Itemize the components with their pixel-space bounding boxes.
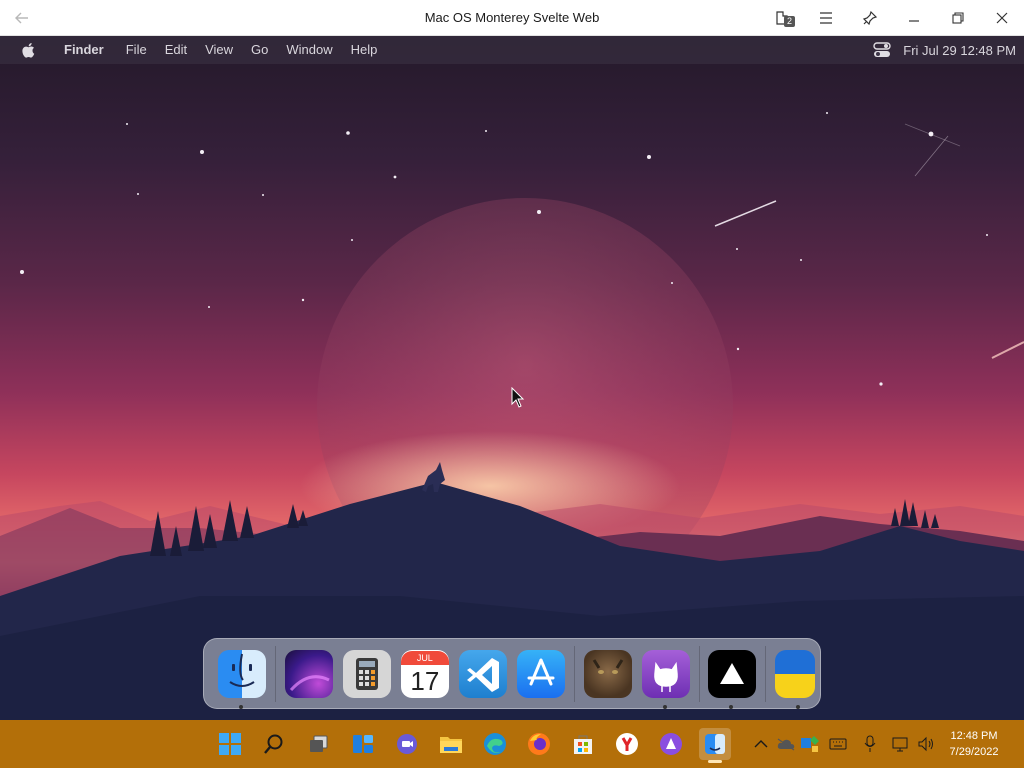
extensions-button[interactable]: 2 [760, 0, 804, 36]
microphone-icon [864, 735, 876, 752]
close-button[interactable] [980, 0, 1024, 36]
vscode-icon [466, 657, 499, 692]
pin-button[interactable] [848, 0, 892, 36]
mac-dock: JUL 17 [203, 638, 821, 709]
finder-pwa-button[interactable] [699, 728, 731, 763]
mouse-cursor-icon [511, 387, 525, 408]
dock-github[interactable] [641, 649, 690, 709]
taskbar-clock[interactable]: 12:48 PM 7/29/2022 [942, 728, 1006, 760]
restore-button[interactable] [936, 0, 980, 36]
widgets-button[interactable] [347, 728, 379, 760]
keyboard-tray[interactable] [828, 734, 848, 754]
microphone-tray[interactable] [860, 734, 880, 754]
apple-logo-icon[interactable] [19, 36, 39, 64]
edge-button[interactable] [479, 728, 511, 760]
vercel-icon [720, 662, 745, 684]
chevron-up-icon [754, 740, 768, 748]
keyboard-icon [829, 738, 847, 750]
windows-taskbar: 12:48 PM 7/29/2022 [0, 720, 1024, 768]
control-center-icon[interactable] [873, 42, 891, 58]
app-titlebar: Mac OS Monterey Svelte Web 2 [0, 0, 1024, 36]
store-icon [574, 735, 592, 754]
widgets-icon [353, 735, 373, 753]
desktop-wallpaper[interactable] [0, 36, 1024, 720]
calendar-month: JUL [400, 650, 449, 665]
teams-chat-button[interactable] [391, 728, 423, 760]
firefox-button[interactable] [523, 728, 555, 760]
menu-view[interactable]: View [196, 36, 242, 64]
mac-menubar: Finder File Edit View Go Window Help Fri… [0, 36, 1024, 64]
cat-photo-icon [592, 658, 623, 674]
yandex-icon [616, 733, 638, 755]
menubar-clock[interactable]: Fri Jul 29 12:48 PM [903, 43, 1016, 58]
dock-vscode[interactable] [458, 649, 507, 698]
firefox-icon [528, 733, 550, 755]
minimize-icon [909, 20, 919, 22]
pin-icon [862, 10, 878, 26]
dock-wallpapers[interactable] [284, 649, 333, 698]
folder-icon [440, 737, 462, 753]
yandex-button[interactable] [611, 728, 643, 760]
dock-calculator[interactable] [342, 649, 391, 698]
close-icon [996, 12, 1008, 24]
menu-icon [820, 12, 832, 24]
task-view-icon [310, 735, 328, 752]
search-button[interactable] [258, 728, 290, 760]
onedrive-tray[interactable] [776, 734, 796, 754]
dock-app-store[interactable] [516, 649, 565, 698]
volume-tray[interactable] [916, 734, 936, 754]
volume-icon [918, 736, 933, 752]
network-icon [892, 737, 908, 752]
task-view-button[interactable] [303, 728, 335, 760]
calculator-icon [355, 657, 378, 690]
finder-pwa-icon [705, 734, 725, 754]
dock-ukraine-flag[interactable] [775, 649, 815, 709]
onedrive-icon [777, 738, 795, 751]
menubar-app-name[interactable]: Finder [57, 36, 117, 64]
menu-help[interactable]: Help [342, 36, 387, 64]
dock-finder[interactable] [218, 649, 266, 709]
dock-calendar[interactable]: JUL 17 [400, 649, 449, 698]
defender-icon [801, 736, 819, 752]
show-hidden-icons-button[interactable] [751, 734, 771, 754]
menu-edit[interactable]: Edit [156, 36, 196, 64]
wallpaper-scene [0, 112, 1024, 720]
network-tray[interactable] [891, 734, 911, 754]
windows-logo-icon [219, 733, 241, 755]
menu-file[interactable]: File [117, 36, 156, 64]
menu-window[interactable]: Window [277, 36, 341, 64]
microsoft-store-button[interactable] [567, 728, 599, 760]
alice-button[interactable] [655, 728, 687, 760]
alice-icon [660, 733, 682, 755]
defender-tray[interactable] [800, 734, 820, 754]
edge-icon [484, 733, 506, 755]
app-store-icon [527, 658, 555, 685]
github-icon [653, 661, 678, 692]
dock-vercel[interactable] [708, 649, 757, 709]
back-arrow-icon[interactable] [10, 6, 34, 30]
start-button[interactable] [214, 728, 246, 760]
wallpaper-icon [289, 674, 330, 691]
file-explorer-button[interactable] [435, 728, 467, 760]
taskbar-date: 7/29/2022 [949, 746, 999, 758]
restore-icon [952, 12, 964, 24]
calendar-day: 17 [410, 665, 440, 696]
extensions-badge: 2 [784, 16, 795, 27]
dock-cat-photo[interactable] [583, 649, 632, 698]
menu-go[interactable]: Go [242, 36, 277, 64]
minimize-button[interactable] [892, 0, 936, 36]
taskbar-time: 12:48 PM [950, 730, 998, 742]
finder-icon [229, 653, 255, 687]
search-icon [264, 734, 283, 754]
menu-button[interactable] [804, 0, 848, 36]
teams-chat-icon [397, 734, 417, 754]
